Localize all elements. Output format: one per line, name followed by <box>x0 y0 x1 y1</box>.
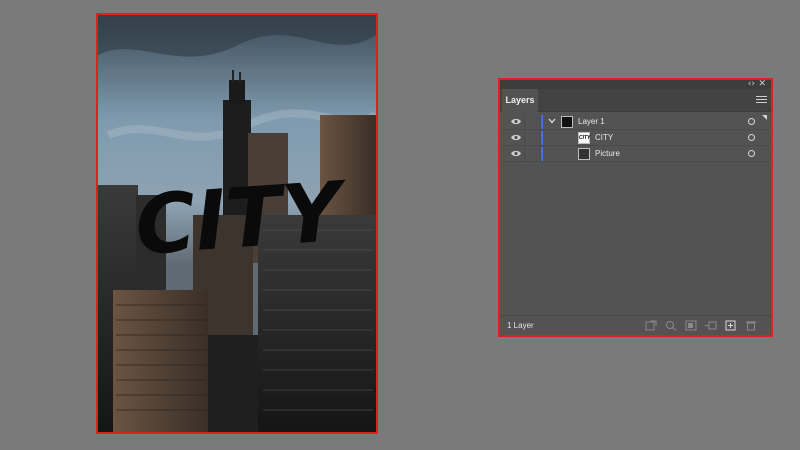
visibility-toggle[interactable] <box>507 130 525 146</box>
make-clipping-mask-icon[interactable] <box>685 320 697 331</box>
target-circle-icon[interactable] <box>748 134 755 141</box>
layer-name: Layer 1 <box>578 117 605 126</box>
panel-footer: 1 Layer <box>500 315 771 335</box>
layer-thumbnail <box>578 148 590 160</box>
layer-count: 1 Layer <box>507 321 534 330</box>
lock-toggle[interactable] <box>525 146 541 162</box>
target-circle-icon[interactable] <box>748 150 755 157</box>
panel-menu-icon[interactable] <box>756 94 767 105</box>
collect-for-export-icon[interactable] <box>645 320 657 331</box>
layers-panel: ‹› ✕ Layers Layer 1 CITY CITY Picture 1 … <box>498 78 773 337</box>
eye-icon <box>511 118 521 125</box>
lock-toggle[interactable] <box>525 130 541 146</box>
eye-icon <box>511 134 521 141</box>
layer-row-layer-1[interactable]: Layer 1 <box>503 114 769 130</box>
layer-color-bar <box>541 147 543 161</box>
chevron-down-icon[interactable] <box>548 118 556 124</box>
layer-name: CITY <box>595 133 614 142</box>
eye-icon <box>511 150 521 157</box>
panel-title-bar[interactable]: ‹› ✕ <box>500 79 771 89</box>
delete-layer-icon[interactable] <box>745 320 757 331</box>
city-headline[interactable]: CITY <box>132 164 352 274</box>
visibility-toggle[interactable] <box>507 146 525 162</box>
target-circle-icon[interactable] <box>748 118 755 125</box>
panel-tab-row: Layers <box>500 89 771 112</box>
city-photo: CITY <box>98 15 376 432</box>
tab-layers[interactable]: Layers <box>502 89 538 112</box>
visibility-toggle[interactable] <box>507 114 525 130</box>
locate-object-icon[interactable] <box>665 320 677 331</box>
layer-color-bar <box>541 115 543 129</box>
selection-corner-icon <box>762 115 767 120</box>
lock-toggle[interactable] <box>525 114 541 130</box>
layer-name: Picture <box>595 149 620 158</box>
footer-toolbar <box>645 320 757 331</box>
artboard[interactable]: CITY <box>96 13 378 434</box>
layer-row-city[interactable]: CITY CITY <box>503 130 769 146</box>
layer-row-picture[interactable]: Picture <box>503 146 769 162</box>
layer-color-bar <box>541 131 543 145</box>
layer-thumbnail: CITY <box>578 132 590 144</box>
layer-thumbnail <box>561 116 573 128</box>
create-sublayer-icon[interactable] <box>705 320 717 331</box>
new-layer-icon[interactable] <box>725 320 737 331</box>
layers-list: Layer 1 CITY CITY Picture <box>503 114 769 314</box>
